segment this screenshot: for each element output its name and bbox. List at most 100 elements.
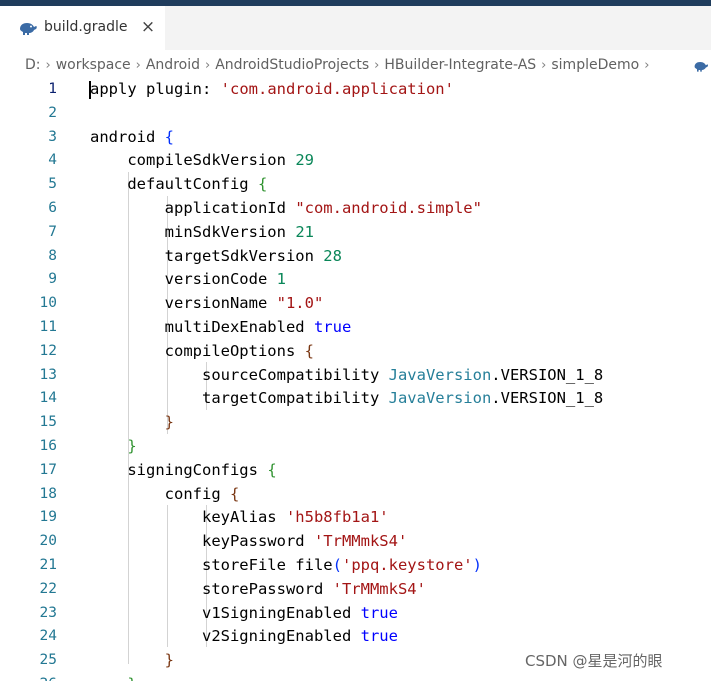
line-number: 19 <box>39 509 57 526</box>
breadcrumb-item-simpledemo[interactable]: simpleDemo <box>549 57 641 73</box>
line-number: 23 <box>39 604 57 621</box>
code-token: } <box>127 437 137 455</box>
code-line[interactable]: 4 compileSdkVersion 29 <box>0 149 711 173</box>
code-token: sourceCompatibility <box>90 365 389 384</box>
code-text: } <box>90 411 174 435</box>
code-editor[interactable]: 1 apply plugin: 'com.android.application'… <box>0 78 711 681</box>
code-token: defaultConfig <box>90 175 258 194</box>
line-number: 11 <box>39 319 57 335</box>
breadcrumb-item-android[interactable]: Android <box>144 57 202 73</box>
code-token: storePassword <box>90 579 333 598</box>
code-line[interactable]: 13 sourceCompatibility JavaVersion.VERSI… <box>0 364 711 388</box>
code-token: applicationId <box>90 199 296 217</box>
code-line[interactable]: 10 versionName "1.0" <box>0 292 711 316</box>
code-text: storeFile file('ppq.keystore') <box>90 554 482 578</box>
code-line[interactable]: 2 <box>0 102 711 126</box>
code-line[interactable]: 26 } <box>0 673 711 681</box>
line-number: 22 <box>39 580 57 597</box>
code-token: 21 <box>295 222 314 241</box>
code-token: } <box>164 651 174 670</box>
code-text: sourceCompatibility JavaVersion.VERSION_… <box>90 364 603 388</box>
code-text: keyPassword 'TrMMmkS4' <box>90 530 407 554</box>
code-line[interactable]: 17 signingConfigs { <box>0 459 711 483</box>
line-number: 21 <box>39 557 57 573</box>
code-token: JavaVersion <box>388 365 492 384</box>
code-line[interactable]: 3 android { <box>0 126 711 150</box>
code-line[interactable]: 16 } <box>0 435 711 459</box>
chevron-right-icon: › <box>644 57 650 73</box>
breadcrumb-item-androidstudioprojects[interactable]: AndroidStudioProjects <box>213 57 371 73</box>
line-number: 9 <box>48 271 57 288</box>
code-line[interactable]: 14 targetCompatibility JavaVersion.VERSI… <box>0 387 711 411</box>
code-token: .VERSION_1_8 <box>491 389 604 408</box>
code-text: v2SigningEnabled true <box>90 625 398 649</box>
chevron-right-icon: › <box>374 57 380 73</box>
code-line[interactable]: 8 targetSdkVersion 28 <box>0 245 711 269</box>
code-token: true <box>313 318 352 336</box>
code-token: { <box>267 460 277 479</box>
code-line[interactable]: 5 defaultConfig { <box>0 173 711 197</box>
code-token: compileOptions <box>90 341 305 360</box>
code-token: apply plugin: <box>90 80 221 98</box>
code-line[interactable]: 6 applicationId "com.android.simple" <box>0 197 711 221</box>
line-number: 25 <box>39 652 57 669</box>
code-token: true <box>360 603 398 622</box>
code-text: defaultConfig { <box>90 173 267 197</box>
code-text: v1SigningEnabled true <box>90 602 398 626</box>
tab-build-gradle[interactable]: build.gradle × <box>0 6 165 50</box>
code-text: signingConfigs { <box>90 459 277 483</box>
breadcrumb: D: › workspace › Android › AndroidStudio… <box>0 50 711 80</box>
line-number: 14 <box>39 390 57 407</box>
code-text: apply plugin: 'com.android.application' <box>90 78 454 102</box>
code-token: 'TrMMmkS4' <box>313 532 408 551</box>
close-icon[interactable]: × <box>138 16 158 38</box>
code-line[interactable]: 23 v1SigningEnabled true <box>0 602 711 626</box>
code-line[interactable]: 7 minSdkVersion 21 <box>0 221 711 245</box>
code-token: v1SigningEnabled <box>90 603 361 622</box>
code-line[interactable]: 9 versionCode 1 <box>0 268 711 292</box>
code-line[interactable]: 22 storePassword 'TrMMmkS4' <box>0 578 711 602</box>
code-line[interactable]: 21 storeFile file('ppq.keystore') <box>0 554 711 578</box>
code-token: 29 <box>295 151 314 170</box>
code-token: { <box>304 341 314 360</box>
breadcrumb-item-hbuilder[interactable]: HBuilder-Integrate-AS <box>382 57 538 73</box>
code-text: applicationId "com.android.simple" <box>90 197 482 221</box>
gradle-elephant-icon[interactable] <box>693 58 709 72</box>
code-token: 'com.android.application' <box>220 80 454 98</box>
code-token: keyPassword <box>90 532 314 551</box>
code-token: config <box>90 484 230 503</box>
breadcrumb-item-drive[interactable]: D: <box>23 57 43 73</box>
editor-tab-strip: build.gradle × <box>0 6 711 50</box>
code-line[interactable]: 19 keyAlias 'h5b8fb1a1' <box>0 506 711 530</box>
line-number: 5 <box>48 176 57 193</box>
code-text: targetCompatibility JavaVersion.VERSION_… <box>90 387 603 411</box>
breadcrumb-item-workspace[interactable]: workspace <box>54 57 133 73</box>
code-line[interactable]: 20 keyPassword 'TrMMmkS4' <box>0 530 711 554</box>
code-token: 'h5b8fb1a1' <box>285 508 389 527</box>
line-number: 2 <box>48 104 57 121</box>
code-token: .VERSION_1_8 <box>491 365 604 384</box>
line-number: 18 <box>39 485 57 502</box>
line-number: 6 <box>48 200 57 216</box>
line-number: 3 <box>48 128 57 145</box>
tab-title: build.gradle <box>44 19 128 35</box>
code-text: } <box>90 673 136 681</box>
line-number: 4 <box>48 152 57 169</box>
code-line[interactable]: 1 apply plugin: 'com.android.application' <box>0 78 711 102</box>
code-token: multiDexEnabled <box>90 318 314 336</box>
code-line[interactable]: 11 multiDexEnabled true <box>0 316 711 340</box>
code-token: "com.android.simple" <box>295 199 482 217</box>
code-token: keyAlias <box>90 508 286 527</box>
code-line[interactable]: 12 compileOptions { <box>0 340 711 364</box>
code-line[interactable]: 24 v2SigningEnabled true <box>0 625 711 649</box>
code-line[interactable]: 18 config { <box>0 483 711 507</box>
code-token: storeFile file <box>90 556 333 574</box>
code-line[interactable]: 15 } <box>0 411 711 435</box>
code-token: "1.0" <box>276 294 324 313</box>
line-number: 7 <box>48 223 57 240</box>
code-text: compileSdkVersion 29 <box>90 149 314 173</box>
code-text: compileOptions { <box>90 340 314 364</box>
watermark: CSDN @星是河的眼 <box>525 650 663 671</box>
